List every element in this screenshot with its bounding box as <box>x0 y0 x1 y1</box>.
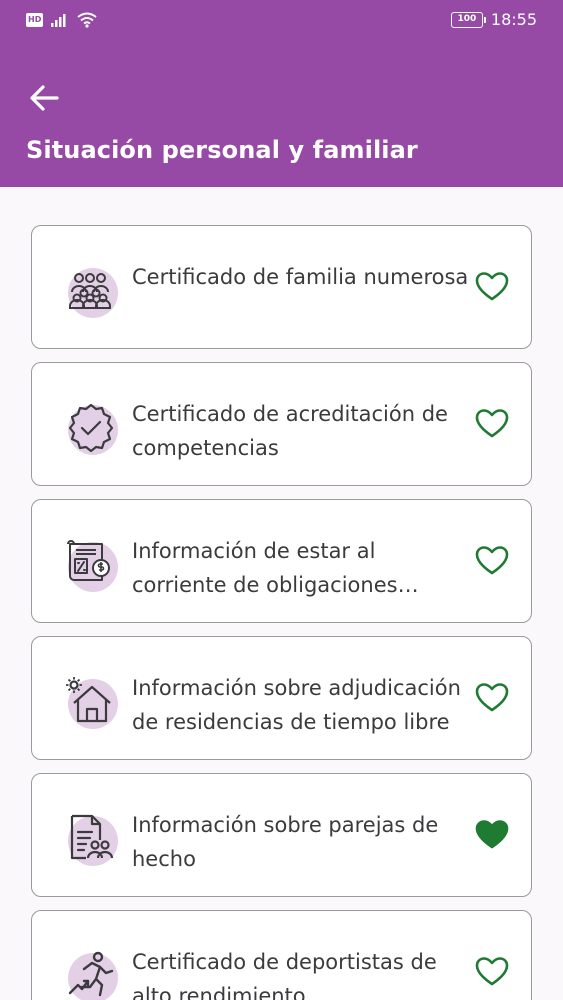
back-button[interactable] <box>24 80 64 116</box>
heart-outline-icon <box>475 272 509 301</box>
page-title: Situación personal y familiar <box>26 136 418 164</box>
heart-outline-icon <box>475 683 509 712</box>
heart-outline-icon <box>475 409 509 438</box>
holiday-house-icon <box>62 673 120 731</box>
status-right: 100 18:55 <box>450 10 537 29</box>
wifi-icon <box>77 12 97 28</box>
status-left: HD <box>26 12 97 28</box>
verified-badge-icon <box>62 399 120 457</box>
list-item-label: Certificado de acreditación de competenc… <box>132 402 448 460</box>
favorite-button[interactable] <box>475 818 509 852</box>
favorite-button[interactable] <box>475 681 509 715</box>
family-group-icon <box>62 262 120 320</box>
couple-document-icon <box>62 810 120 868</box>
athlete-icon <box>62 947 120 1000</box>
list-item-obligaciones-tributarias[interactable]: Información de estar al corriente de obl… <box>31 499 532 623</box>
list-item-acreditacion-competencias[interactable]: Certificado de acreditación de competenc… <box>31 362 532 486</box>
tax-document-icon <box>62 536 120 594</box>
heart-outline-icon <box>475 957 509 986</box>
heart-filled-icon <box>475 820 509 849</box>
app-bar: Situación personal y familiar <box>0 44 563 187</box>
procedure-list: Certificado de familia numerosa Certific… <box>31 225 532 1000</box>
arrow-left-icon <box>30 85 59 111</box>
list-item-label: Certificado de familia numerosa <box>132 265 469 289</box>
favorite-button[interactable] <box>475 407 509 441</box>
favorite-button[interactable] <box>475 955 509 989</box>
list-item-deportistas-alto-rendimiento[interactable]: Certificado de deportistas de alto rendi… <box>31 910 532 1000</box>
list-item-residencias-tiempo-libre[interactable]: Información sobre adjudicación de reside… <box>31 636 532 760</box>
status-bar: HD 100 18:55 <box>0 0 563 44</box>
list-item-label: Información sobre adjudicación de reside… <box>132 676 461 734</box>
battery-icon: 100 <box>450 11 486 28</box>
list-item-label: Certificado de deportistas de alto rendi… <box>132 950 437 1000</box>
signal-icon <box>51 14 66 27</box>
hd-badge: HD <box>26 13 44 27</box>
list-item-familia-numerosa[interactable]: Certificado de familia numerosa <box>31 225 532 349</box>
list-item-label: Información de estar al corriente de obl… <box>132 539 398 597</box>
favorite-button[interactable] <box>475 270 509 304</box>
heart-outline-icon <box>475 546 509 575</box>
status-time: 18:55 <box>490 10 537 29</box>
list-item-label: Información sobre parejas de hecho <box>132 813 439 871</box>
favorite-button[interactable] <box>475 544 509 578</box>
list-item-parejas-de-hecho[interactable]: Información sobre parejas de hecho <box>31 773 532 897</box>
